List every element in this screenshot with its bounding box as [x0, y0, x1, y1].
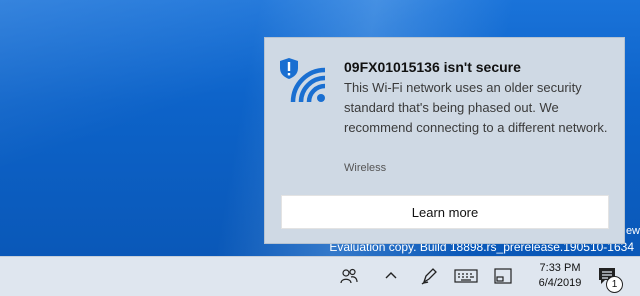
- learn-more-button[interactable]: Learn more: [281, 195, 609, 229]
- people-icon[interactable]: [338, 265, 360, 287]
- toast-source-label: Wireless: [344, 162, 387, 174]
- tablet-icon[interactable]: [492, 265, 514, 287]
- watermark-fragment: ew: [625, 225, 640, 237]
- clock-date: 6/4/2019: [538, 277, 582, 289]
- notification-count-badge: 1: [606, 276, 623, 293]
- clock-time: 7:33 PM: [539, 262, 581, 274]
- wifi-security-toast: 09FX01015136 isn't secure This Wi-Fi net…: [264, 37, 625, 244]
- keyboard-icon[interactable]: [452, 265, 480, 287]
- taskbar: 7:33 PM 6/4/2019 1: [0, 256, 640, 296]
- toast-title: 09FX01015136 isn't secure: [344, 59, 521, 75]
- pen-icon[interactable]: [418, 265, 440, 287]
- taskbar-clock[interactable]: 7:33 PM 6/4/2019: [532, 261, 588, 291]
- toast-message: This Wi-Fi network uses an older securit…: [344, 80, 608, 135]
- wifi-shield-warning-icon: [279, 56, 329, 106]
- chevron-up-icon[interactable]: [380, 265, 402, 287]
